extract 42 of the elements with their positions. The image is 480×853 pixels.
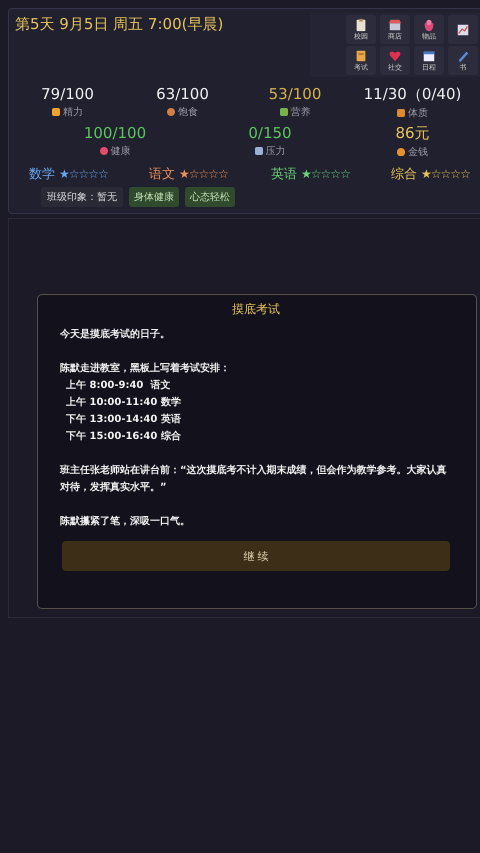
- story-text: 陈默走进教室，黑板上写着考试安排：: [60, 361, 231, 376]
- dialog-title: 摸底考试: [231, 301, 281, 318]
- star-rating: ★☆☆☆☆: [59, 167, 108, 181]
- stat-value: 100/100: [84, 124, 146, 142]
- stat-label: 金钱: [408, 146, 428, 159]
- menu-button[interactable]: [448, 15, 478, 44]
- stat-value: 11/30（0/40): [364, 85, 462, 104]
- stat-value: 79/100: [41, 85, 94, 103]
- stat-label: 饱食: [178, 106, 198, 119]
- subject-name: 综合: [391, 166, 417, 183]
- subject-name: 数学: [29, 166, 55, 183]
- stat-value: 0/150: [248, 124, 292, 142]
- calendar-icon: [422, 48, 436, 62]
- impression-badge: 班级印象：暂无: [41, 187, 123, 207]
- stat-label: 压力: [266, 144, 286, 158]
- story-text: 陈默攥紧了笔，深吸一口气。: [60, 514, 191, 529]
- scroll-icon: [354, 48, 368, 62]
- schedule-line: 上午 10:00-11:40 数学: [65, 396, 182, 410]
- shop-icon: [388, 18, 402, 32]
- date-title: 第5天 9月5日 周五 7:00(早晨): [15, 15, 224, 35]
- schedule-line: 下午 13:00-14:40 英语: [65, 412, 182, 427]
- stat-label: 精力: [63, 106, 83, 119]
- star-rating: ★☆☆☆☆: [301, 167, 350, 181]
- stat-label: 体质: [408, 106, 428, 120]
- continue-button[interactable]: 继 续: [62, 541, 450, 571]
- star-rating: ★☆☆☆☆: [421, 167, 470, 181]
- star-rating: ★☆☆☆☆: [179, 167, 228, 181]
- status-tag: 心态轻松: [185, 187, 235, 207]
- subject-name: 语文: [149, 166, 175, 183]
- story-text: 班主任张老师站在讲台前：“这次摸底考不计入期末成绩，但会作为教学参考。大家认真对待，发挥真实水平。”: [60, 463, 448, 495]
- bag-icon: [422, 18, 436, 32]
- stat-value: 63/100: [156, 85, 209, 103]
- stat-label: 健康: [110, 144, 130, 158]
- schedule-line: 下午 15:00-16:40 综合: [65, 430, 182, 444]
- subject-name: 英语: [271, 166, 297, 183]
- schedule-line: 上午 8:00-9:40 语文: [65, 378, 172, 393]
- stat-value: 86元: [395, 124, 430, 143]
- stat-value: 53/100: [268, 85, 322, 103]
- story-text: 今天是摸底考试的日子。: [60, 327, 171, 342]
- stat-label: 营养: [290, 106, 310, 119]
- status-tag: 身体健康: [129, 187, 179, 207]
- clipboard-icon: [354, 18, 368, 32]
